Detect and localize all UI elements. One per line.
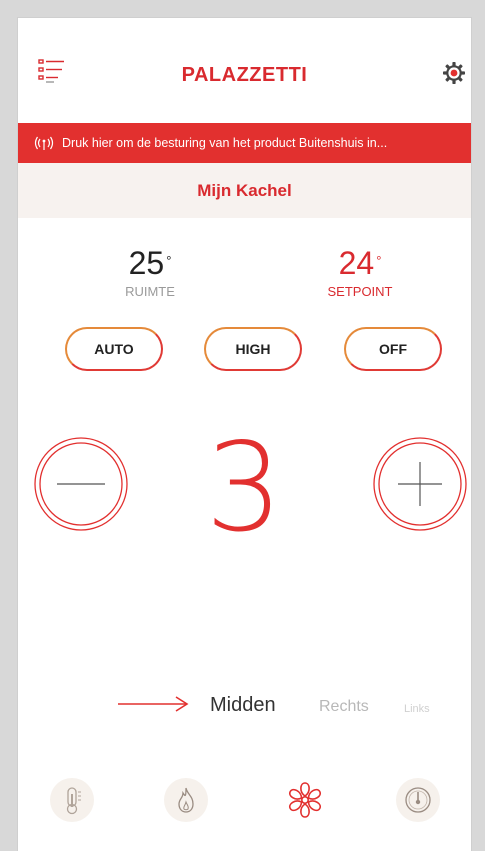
fan-option-links[interactable]: Links — [404, 703, 430, 715]
room-temp-label: RUIMTE — [125, 284, 175, 299]
remote-control-banner[interactable]: Druk hier om de besturing van het produc… — [18, 123, 471, 163]
mode-high-button[interactable]: HIGH — [204, 327, 302, 371]
gear-icon[interactable] — [442, 61, 466, 85]
top-bar: PALAZZETTI — [18, 18, 471, 123]
power-level: 3 — [205, 417, 283, 559]
setpoint-unit: ° — [376, 253, 382, 268]
selection-arrow-icon — [118, 696, 189, 712]
minus-icon[interactable] — [32, 435, 130, 533]
wifi-signal-icon — [34, 136, 54, 150]
plus-icon[interactable] — [371, 435, 469, 533]
stove-name: Mijn Kachel — [197, 180, 292, 200]
flame-icon — [178, 787, 194, 813]
tab-flame[interactable] — [164, 778, 208, 822]
tab-temperature[interactable] — [50, 778, 94, 822]
room-temp-unit: ° — [166, 253, 172, 268]
stove-name-bar: Mijn Kachel — [18, 163, 471, 218]
setpoint-value: 24 — [338, 245, 375, 281]
gauge-icon — [405, 787, 431, 813]
fan-icon — [288, 782, 322, 818]
fan-option-midden[interactable]: Midden — [210, 694, 276, 717]
mode-off-button[interactable]: OFF — [344, 327, 442, 371]
setpoint-label: SETPOINT — [327, 284, 393, 299]
brand-logo: PALAZZETTI — [181, 64, 308, 86]
banner-text: Druk hier om de besturing van het produc… — [62, 136, 388, 150]
thermometer-icon — [66, 787, 81, 815]
tab-fan[interactable] — [283, 778, 327, 822]
room-temp-value: 25 — [128, 245, 165, 281]
room-temperature: 25 ° RUIMTE — [70, 246, 230, 299]
setpoint-temperature[interactable]: 24 ° SETPOINT — [280, 246, 440, 299]
app-screen: PALAZZETTI Druk hier om de besturing van… — [18, 18, 471, 851]
fan-option-rechts[interactable]: Rechts — [319, 698, 369, 716]
tab-gauge[interactable] — [396, 778, 440, 822]
mode-auto-button[interactable]: AUTO — [65, 327, 163, 371]
